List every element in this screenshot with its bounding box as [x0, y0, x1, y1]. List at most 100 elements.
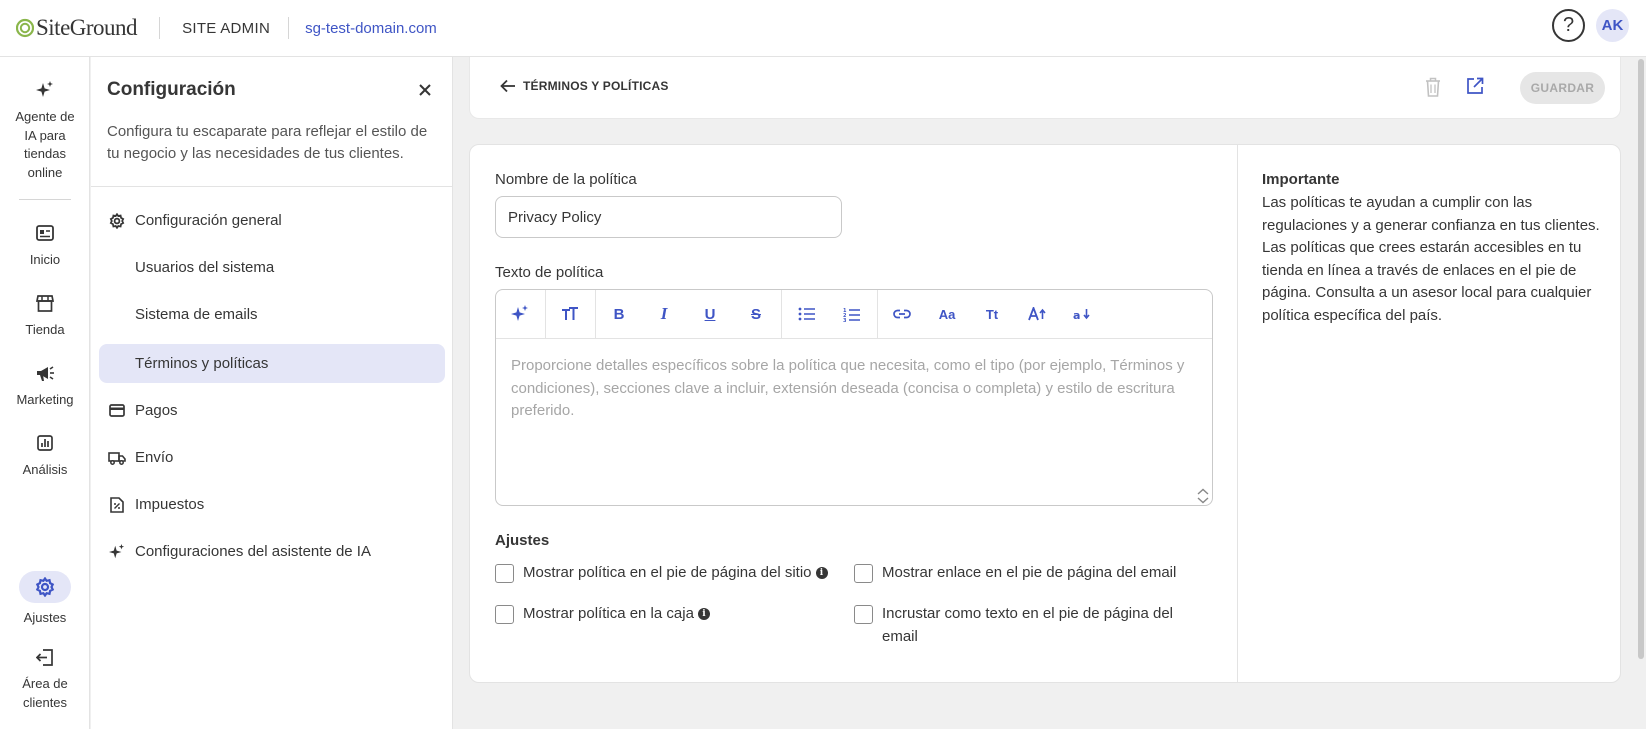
rail-label: Agente de IA para tiendas online: [15, 109, 75, 180]
menu-item-system-users[interactable]: Usuarios del sistema: [99, 248, 445, 287]
checkbox-show-site-footer[interactable]: Mostrar política en el pie de página del…: [495, 562, 828, 585]
rail-item-settings[interactable]: Ajustes: [0, 571, 90, 628]
logo-text: SiteGround: [36, 15, 138, 40]
menu-item-payments[interactable]: Pagos: [99, 391, 445, 430]
rail-item-client-area[interactable]: Área de clientes: [0, 647, 90, 712]
italic-icon[interactable]: I: [654, 304, 674, 324]
page-header: TÉRMINOS Y POLÍTICAS GUARDAR: [469, 57, 1621, 119]
top-bar: SiteGround SITE ADMIN sg-test-domain.com…: [0, 0, 1646, 57]
menu-item-label: Configuración general: [135, 212, 282, 229]
save-button[interactable]: GUARDAR: [1520, 72, 1605, 104]
toolbar-divider: [595, 290, 596, 339]
checkbox-label: Mostrar enlace en el pie de página del e…: [882, 564, 1177, 581]
checkbox-label: Mostrar política en la caja i: [523, 603, 710, 626]
rail-item-home[interactable]: Inicio: [0, 223, 90, 270]
editor-toolbar: B I U S 123 Aa Tt a: [496, 290, 1212, 339]
settings-description: Configura tu escaparate para reflejar el…: [107, 123, 428, 162]
checkbox-label: Mostrar política en el pie de página del…: [523, 562, 828, 585]
delete-button[interactable]: [1425, 77, 1441, 97]
checkbox[interactable]: [854, 605, 873, 624]
bullet-list-icon[interactable]: [797, 304, 817, 324]
font-increase-icon[interactable]: [1027, 304, 1047, 324]
navigation-rail: Agente de IA para tiendas online Inicio …: [0, 57, 90, 729]
siteground-logo-icon: [16, 18, 34, 38]
info-icon[interactable]: i: [815, 567, 828, 580]
bold-icon[interactable]: B: [609, 304, 629, 324]
aside-title: Importante: [1262, 171, 1340, 188]
checkbox[interactable]: [495, 564, 514, 583]
rail-label: Marketing: [16, 392, 74, 407]
sparkle-icon: [36, 80, 54, 100]
rail-label: Análisis: [22, 462, 68, 477]
checkbox-show-email-footer-link[interactable]: Mostrar enlace en el pie de página del e…: [854, 562, 1176, 585]
rail-label: Inicio: [29, 252, 61, 267]
policy-form-card: Nombre de la política Privacy Policy Tex…: [469, 144, 1621, 683]
menu-item-general[interactable]: Configuración general: [99, 201, 445, 240]
domain-link[interactable]: sg-test-domain.com: [305, 20, 437, 37]
trash-icon: [1426, 77, 1440, 97]
underline-icon[interactable]: U: [700, 304, 720, 324]
divider: [91, 186, 452, 187]
toolbar-divider: [545, 290, 546, 339]
back-button[interactable]: TÉRMINOS Y POLÍTICAS: [500, 79, 669, 93]
menu-item-label: Pagos: [135, 402, 178, 419]
numbered-list-icon[interactable]: 123: [842, 304, 862, 324]
menu-item-label: Sistema de emails: [135, 306, 258, 323]
link-icon[interactable]: [892, 304, 912, 324]
menu-item-label: Configuraciones del asistente de IA: [135, 543, 371, 560]
store-icon: [36, 293, 54, 313]
title-case-icon[interactable]: Tt: [982, 304, 1002, 324]
strikethrough-icon[interactable]: S: [746, 304, 766, 324]
rail-item-analytics[interactable]: Análisis: [0, 433, 90, 480]
menu-item-ai-assistant-settings[interactable]: Configuraciones del asistente de IA: [99, 532, 445, 571]
menu-item-shipping[interactable]: Envío: [99, 438, 445, 477]
avatar[interactable]: AK: [1596, 9, 1629, 42]
open-external-button[interactable]: [1466, 77, 1484, 95]
topbar-divider: [159, 17, 161, 39]
rail-label: Ajustes: [23, 610, 67, 625]
rail-item-store[interactable]: Tienda: [0, 293, 90, 340]
close-icon[interactable]: [417, 82, 433, 98]
aside-text: Las políticas te ayudan a cumplir con la…: [1262, 194, 1600, 324]
megaphone-icon: [36, 363, 55, 383]
menu-item-email-system[interactable]: Sistema de emails: [99, 295, 445, 334]
checkbox-embed-email-footer[interactable]: Incrustar como texto en el pie de página…: [854, 603, 1194, 648]
help-button[interactable]: ?: [1552, 9, 1585, 42]
rail-divider: [19, 199, 71, 200]
gear-icon: [108, 212, 126, 229]
policy-name-input[interactable]: Privacy Policy: [495, 196, 842, 238]
checkbox-show-checkout[interactable]: Mostrar política en la caja i: [495, 603, 710, 626]
checkbox[interactable]: [854, 564, 873, 583]
info-icon[interactable]: i: [697, 608, 710, 621]
checkbox-label-text: Mostrar política en el pie de página del…: [523, 564, 812, 581]
policy-text-editor[interactable]: B I U S 123 Aa Tt a Proporcione detalles…: [495, 289, 1213, 506]
credit-card-icon: [108, 404, 126, 417]
menu-item-label: Términos y políticas: [135, 355, 269, 372]
site-admin-label: SITE ADMIN: [182, 19, 271, 37]
arrow-left-icon: [500, 79, 515, 93]
checkbox-label: Incrustar como texto en el pie de página…: [882, 605, 1174, 645]
policy-name-label: Nombre de la política: [495, 171, 637, 188]
font-decrease-icon[interactable]: a: [1072, 304, 1092, 324]
scrollbar-thumb[interactable]: [1638, 59, 1644, 659]
exit-icon: [36, 647, 54, 667]
editor-placeholder: Proporcione detalles específicos sobre l…: [511, 357, 1185, 419]
toolbar-divider: [781, 290, 782, 339]
rail-item-marketing[interactable]: Marketing: [0, 363, 90, 410]
checkbox[interactable]: [495, 605, 514, 624]
resize-handle-icon[interactable]: [1196, 488, 1210, 504]
siteground-logo[interactable]: SiteGround: [16, 13, 138, 43]
font-case-icon[interactable]: Aa: [937, 304, 957, 324]
bar-chart-icon: [37, 433, 53, 453]
rail-item-ai-agent[interactable]: Agente de IA para tiendas online: [0, 80, 90, 182]
menu-item-label: Envío: [135, 449, 174, 466]
scrollbar[interactable]: [1636, 57, 1646, 729]
rail-label: Tienda: [25, 322, 65, 337]
rail-label: Área de clientes: [22, 676, 68, 710]
settings-heading: Ajustes: [495, 532, 550, 549]
menu-item-terms-policies[interactable]: Términos y políticas: [99, 344, 445, 383]
tax-document-icon: [108, 496, 126, 513]
sparkle-icon[interactable]: [510, 304, 530, 324]
menu-item-taxes[interactable]: Impuestos: [99, 485, 445, 524]
text-size-icon[interactable]: [560, 304, 580, 324]
